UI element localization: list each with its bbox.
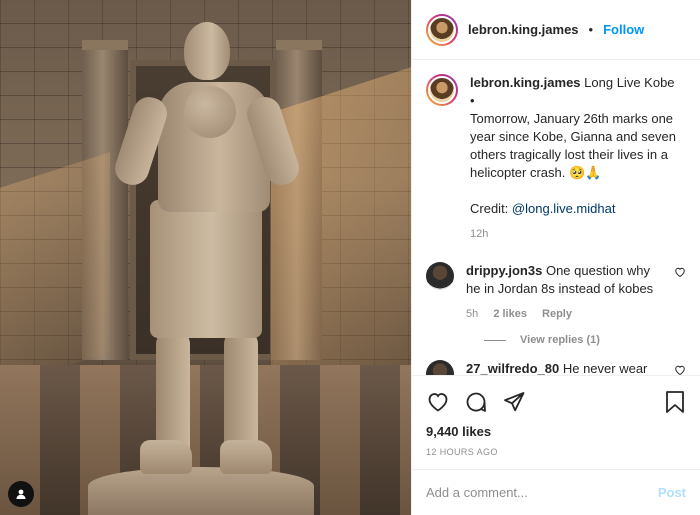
credit-link[interactable]: @long.live.midhat xyxy=(512,201,616,216)
caption-body: Tomorrow, January 26th marks one year si… xyxy=(470,111,676,180)
window-light xyxy=(271,67,411,413)
reply-button[interactable]: Reply xyxy=(542,308,572,320)
post-actions: 9,440 likes 12 HOURS AGO xyxy=(412,375,700,469)
view-replies-label: View replies (1) xyxy=(520,334,600,346)
heart-icon[interactable] xyxy=(426,390,450,414)
statue-head xyxy=(184,22,230,80)
caption-text: lebron.king.james Long Live Kobe • Tomor… xyxy=(470,74,686,218)
comment-item: drippy.jon3s One question why he in Jord… xyxy=(426,262,686,320)
bookmark-icon[interactable] xyxy=(664,390,686,414)
comment-icon[interactable] xyxy=(464,390,488,414)
author-avatar[interactable] xyxy=(426,74,458,106)
caption-username[interactable]: lebron.king.james xyxy=(470,75,581,90)
comment-heart-icon[interactable] xyxy=(674,266,686,278)
author-username[interactable]: lebron.king.james xyxy=(468,22,579,37)
window-light xyxy=(0,152,110,388)
comment-text: 27_wilfredo_80 He never wear jordans !!! xyxy=(466,360,662,375)
comment-item: 27_wilfredo_80 He never wear jordans !!! xyxy=(426,360,686,375)
share-icon[interactable] xyxy=(502,390,526,414)
follow-button[interactable]: Follow xyxy=(603,22,644,37)
caption: lebron.king.james Long Live Kobe • Tomor… xyxy=(426,74,686,240)
comment-likes[interactable]: 2 likes xyxy=(493,308,527,320)
caption-title: Long Live Kobe xyxy=(584,75,675,90)
post-header: lebron.king.james • Follow xyxy=(412,0,700,60)
post-comment-button[interactable]: Post xyxy=(658,485,686,500)
post-photo[interactable] xyxy=(0,0,411,515)
comments-list: lebron.king.james Long Live Kobe • Tomor… xyxy=(412,60,700,375)
reply-line xyxy=(484,339,506,341)
comment-text: drippy.jon3s One question why he in Jord… xyxy=(466,262,662,298)
post-timestamp[interactable]: 12 HOURS AGO xyxy=(426,447,686,457)
instagram-post-view: lebron.king.james • Follow lebron.king.j… xyxy=(0,0,700,515)
likes-count[interactable]: 9,440 likes xyxy=(426,424,686,439)
separator-dot: • xyxy=(588,22,594,37)
basketball xyxy=(184,86,236,138)
comment-meta: 5h 2 likes Reply xyxy=(466,308,662,320)
caption-meta: 12h xyxy=(470,228,686,240)
commenter-username[interactable]: 27_wilfredo_80 xyxy=(466,361,559,375)
post-side-panel: lebron.king.james • Follow lebron.king.j… xyxy=(411,0,700,515)
credit-label: Credit: xyxy=(470,201,509,216)
caption-bullet: • xyxy=(470,93,475,108)
statue-pedestal xyxy=(88,467,314,515)
author-avatar[interactable] xyxy=(426,13,458,46)
statue-shoe xyxy=(140,440,192,474)
statue-shorts xyxy=(150,200,262,338)
comment-heart-icon[interactable] xyxy=(674,364,686,375)
comment-input[interactable] xyxy=(426,485,658,500)
view-replies-button[interactable]: View replies (1) xyxy=(484,334,686,346)
user-tag-icon[interactable] xyxy=(8,481,34,507)
statue-shoe xyxy=(220,440,272,474)
comment-form: Post xyxy=(412,469,700,515)
action-icons xyxy=(426,384,686,420)
commenter-username[interactable]: drippy.jon3s xyxy=(466,263,542,278)
commenter-avatar[interactable] xyxy=(426,360,454,375)
commenter-avatar[interactable] xyxy=(426,262,454,290)
comment-time[interactable]: 5h xyxy=(466,308,478,320)
caption-time[interactable]: 12h xyxy=(470,228,488,240)
